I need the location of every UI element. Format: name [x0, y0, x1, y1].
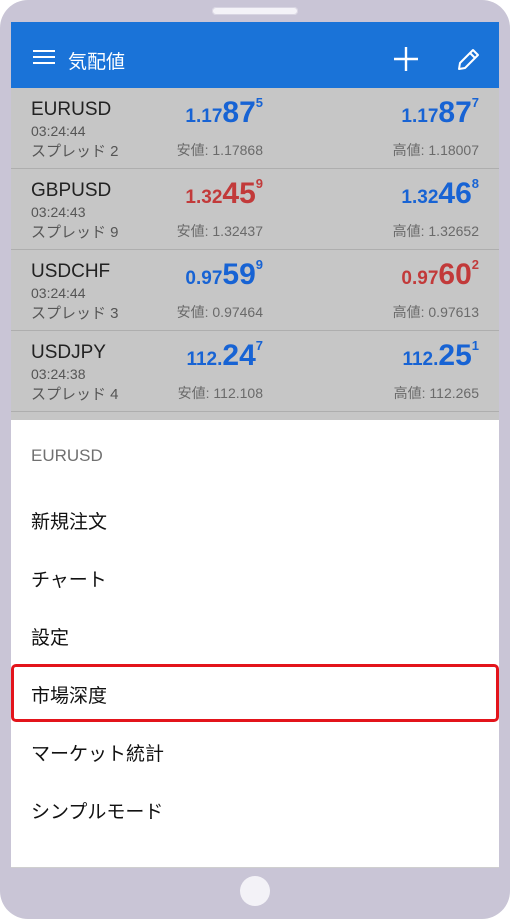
- quote-row-usdjpy[interactable]: USDJPY 03:24:38 スプレッド 4 112.247 112.251 …: [11, 331, 499, 412]
- symbol-name: USDJPY: [31, 342, 106, 363]
- low-value: 安値: 1.32437: [176, 223, 263, 239]
- menu-item-settings[interactable]: 設定: [11, 606, 499, 664]
- quote-row-eurusd[interactable]: EURUSD 03:24:44 スプレッド 2 1.17875 1.17877 …: [11, 88, 499, 169]
- hamburger-menu-icon[interactable]: [33, 50, 55, 64]
- quote-time: 03:24:38: [31, 366, 86, 382]
- context-menu-sheet: EURUSD 新規注文 チャート 設定 市場深度 マーケット統計 シンプルモード: [11, 420, 499, 868]
- quote-time: 03:24:43: [31, 204, 86, 220]
- pencil-icon[interactable]: [455, 47, 481, 73]
- ask-price: 1.17877: [401, 95, 479, 129]
- quote-row-usdchf[interactable]: USDCHF 03:24:44 スプレッド 3 0.97599 0.97602 …: [11, 250, 499, 331]
- quote-time: 03:24:44: [31, 285, 86, 301]
- high-value: 高値: 0.97613: [392, 304, 479, 320]
- menu-item-simple-mode[interactable]: シンプルモード: [11, 780, 499, 838]
- home-button[interactable]: [240, 876, 270, 906]
- menu-item-new-order[interactable]: 新規注文: [11, 490, 499, 548]
- high-value: 高値: 112.265: [393, 385, 479, 401]
- quote-list: EURUSD 03:24:44 スプレッド 2 1.17875 1.17877 …: [11, 88, 499, 420]
- menu-item-market-statistics[interactable]: マーケット統計: [11, 722, 499, 780]
- phone-frame: 気配値 EURUSD 03:24:44 スプレッド 2 1.17875 1.17…: [0, 0, 510, 919]
- menu-item-chart[interactable]: チャート: [11, 548, 499, 606]
- bid-price: 1.32459: [185, 176, 263, 210]
- symbol-name: EURUSD: [31, 99, 112, 120]
- spread-label: スプレッド 3: [31, 305, 119, 322]
- sheet-title: EURUSD: [31, 446, 103, 465]
- low-value: 安値: 0.97464: [176, 304, 263, 320]
- spread-label: スプレッド 4: [31, 386, 119, 403]
- low-value: 安値: 112.108: [177, 385, 263, 401]
- ask-price: 0.97602: [401, 257, 479, 291]
- high-value: 高値: 1.18007: [392, 142, 479, 158]
- ask-price: 112.251: [402, 338, 479, 372]
- low-value: 安値: 1.17868: [176, 142, 263, 158]
- app-bar: 気配値: [11, 22, 499, 88]
- bid-price: 112.247: [186, 338, 263, 372]
- spread-label: スプレッド 2: [31, 143, 119, 160]
- symbol-name: GBPUSD: [31, 180, 112, 201]
- high-value: 高値: 1.32652: [392, 223, 479, 239]
- spread-label: スプレッド 9: [31, 224, 119, 241]
- page-title: 気配値: [68, 52, 126, 73]
- bid-price: 0.97599: [185, 257, 263, 291]
- divider: [11, 867, 499, 868]
- highlight-frame: [11, 664, 499, 722]
- quote-time: 03:24:44: [31, 123, 86, 139]
- plus-icon[interactable]: [393, 46, 419, 72]
- quote-row-gbpusd[interactable]: GBPUSD 03:24:43 スプレッド 9 1.32459 1.32468 …: [11, 169, 499, 250]
- ask-price: 1.32468: [401, 176, 479, 210]
- symbol-name: USDCHF: [31, 261, 111, 282]
- bid-price: 1.17875: [185, 95, 263, 129]
- speaker-slot: [212, 7, 298, 15]
- screen: 気配値 EURUSD 03:24:44 スプレッド 2 1.17875 1.17…: [11, 22, 499, 868]
